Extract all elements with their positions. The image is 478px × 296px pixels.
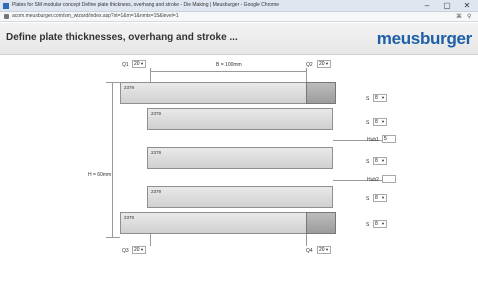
translate-icon[interactable]: ⌘ bbox=[456, 13, 462, 20]
key-icon[interactable]: ⚲ bbox=[467, 13, 471, 20]
q4-select[interactable]: 20 ▼ bbox=[317, 246, 331, 254]
browser-titlebar: Plates for SM modular concept Define pla… bbox=[0, 0, 478, 12]
chevron-down-icon: ▼ bbox=[140, 247, 144, 252]
chevron-down-icon: ▼ bbox=[381, 195, 385, 200]
hub2-label: Hub2 bbox=[367, 177, 379, 183]
plate-row: 2379 bbox=[147, 147, 333, 169]
meusburger-logo: meusburger bbox=[376, 29, 473, 48]
chevron-down-icon: ▼ bbox=[381, 119, 385, 124]
minimize-button[interactable]: – bbox=[420, 0, 434, 12]
guide-line bbox=[106, 82, 120, 83]
plate-name: 2379 bbox=[124, 85, 135, 90]
plate-thickness-select[interactable]: 8 ▼ bbox=[373, 94, 387, 102]
chevron-down-icon: ▼ bbox=[325, 61, 329, 66]
guide-line bbox=[306, 68, 307, 82]
chevron-down-icon: ▼ bbox=[381, 95, 385, 100]
plate-name: 2379 bbox=[124, 215, 135, 220]
chevron-down-icon: ▼ bbox=[381, 158, 385, 163]
address-bar: acom.meusburger.com/sm_wizard/index.asp?… bbox=[0, 12, 478, 22]
height-dimension-label: H = 60mm bbox=[88, 172, 112, 178]
stroke-label: S bbox=[366, 96, 370, 102]
close-button[interactable]: ✕ bbox=[460, 0, 474, 12]
plate-thickness-select[interactable]: 8 ▼ bbox=[373, 118, 387, 126]
plate-name: 2379 bbox=[151, 111, 162, 116]
stroke-label: S bbox=[366, 120, 370, 126]
plate-row: 2379 bbox=[147, 186, 333, 208]
q1-select[interactable]: 20 ▼ bbox=[132, 60, 146, 68]
q3-label: Q3 bbox=[122, 248, 129, 254]
hub1-input[interactable]: 5 bbox=[382, 135, 396, 143]
plate-row: 2379 bbox=[147, 108, 333, 130]
q4-label: Q4 bbox=[306, 248, 313, 254]
lock-icon bbox=[4, 14, 9, 19]
plate-name: 2379 bbox=[151, 189, 162, 194]
stroke-label: S bbox=[366, 222, 370, 228]
url-field[interactable]: acom.meusburger.com/sm_wizard/index.asp?… bbox=[12, 13, 178, 19]
plate-overhang-right bbox=[306, 82, 336, 104]
width-dimension-label: B = 100mm bbox=[216, 62, 242, 68]
hub2-input[interactable] bbox=[382, 175, 396, 183]
maximize-button[interactable]: ▢ bbox=[440, 0, 454, 12]
chevron-down-icon: ▼ bbox=[140, 61, 144, 66]
plate-thickness-select[interactable]: 8 ▼ bbox=[373, 220, 387, 228]
plate-row: 2379 bbox=[120, 82, 336, 104]
page-title: Define plate thicknesses, overhang and s… bbox=[6, 32, 238, 43]
q3-select[interactable]: 20 ▼ bbox=[132, 246, 146, 254]
guide-line bbox=[150, 234, 151, 246]
guide-line bbox=[106, 237, 120, 238]
page-header: Define plate thicknesses, overhang and s… bbox=[0, 23, 478, 55]
stroke-label: S bbox=[366, 196, 370, 202]
chevron-down-icon: ▼ bbox=[325, 247, 329, 252]
window-title: Plates for SM modular concept Define pla… bbox=[12, 2, 279, 8]
app-icon bbox=[3, 3, 9, 9]
plate-overhang-right bbox=[306, 212, 336, 234]
plate-row: 2379 bbox=[120, 212, 336, 234]
plate-thickness-select[interactable]: 8 ▼ bbox=[373, 194, 387, 202]
chevron-down-icon: ▼ bbox=[381, 221, 385, 226]
q1-label: Q1 bbox=[122, 62, 129, 68]
q2-select[interactable]: 20 ▼ bbox=[317, 60, 331, 68]
plate-name: 2379 bbox=[151, 150, 162, 155]
hub1-label: Hub1 bbox=[367, 137, 379, 143]
stroke-label: S bbox=[366, 159, 370, 165]
q2-label: Q2 bbox=[306, 62, 313, 68]
plate-thickness-select[interactable]: 8 ▼ bbox=[373, 157, 387, 165]
width-dimension-line bbox=[150, 71, 306, 72]
height-dimension-line bbox=[112, 82, 113, 237]
guide-line bbox=[306, 234, 307, 246]
